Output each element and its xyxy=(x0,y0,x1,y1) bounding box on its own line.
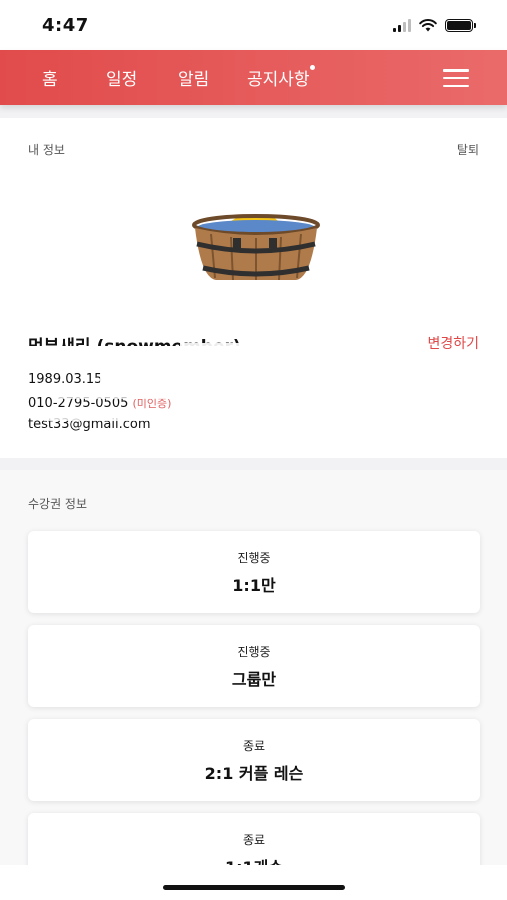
pass-status: 종료 xyxy=(242,832,266,847)
pass-name: 그룹만 xyxy=(231,669,277,689)
pass-name: 1:1개수 xyxy=(225,854,283,866)
home-indicator[interactable] xyxy=(163,885,345,890)
nav-notice-label: 공지사항 xyxy=(247,70,310,90)
screen: 4:47 홈 일정 알림 공지사항 내 정보 탈퇴 변경하기 1989.03.1… xyxy=(0,0,507,900)
status-bar: 4:47 xyxy=(0,0,507,50)
pass-status: 종료 xyxy=(242,738,266,753)
nav-home-tab[interactable]: 홈 xyxy=(42,50,58,105)
home-indicator-area xyxy=(0,865,507,900)
top-nav-bar: 홈 일정 알림 공지사항 xyxy=(0,50,507,105)
nav-alarm-tab[interactable]: 알림 xyxy=(178,50,209,105)
pass-status: 진행중 xyxy=(237,644,271,659)
pass-status: 진행중 xyxy=(237,550,271,565)
pass-card[interactable]: 종료 1:1개수 xyxy=(28,813,480,865)
status-time: 4:47 xyxy=(42,14,89,36)
signal-icon xyxy=(393,18,411,32)
pass-card[interactable]: 종료 2:1 커플 레슨 xyxy=(28,719,480,801)
pass-card[interactable]: 진행중 1:1만 xyxy=(28,531,480,613)
wifi-icon xyxy=(419,18,437,31)
my-info-title: 내 정보 xyxy=(28,143,65,157)
pass-name: 1:1만 xyxy=(232,575,276,595)
battery-icon xyxy=(445,18,476,32)
notice-badge-dot xyxy=(309,65,315,70)
pass-info-section: 수강권 정보 진행중 1:1만 진행중 그룹만 종료 2:1 커플 레슨 종료 … xyxy=(0,470,507,865)
privacy-mask xyxy=(180,343,300,363)
my-info-card: 내 정보 탈퇴 멍부섀리 (snowmember) 변경하기 1989.03.1… xyxy=(0,118,507,458)
birth-date: 1989.03.15 xyxy=(28,372,103,387)
privacy-mask xyxy=(100,366,300,386)
nav-schedule-tab[interactable]: 일정 xyxy=(106,50,137,105)
withdraw-button[interactable]: 탈퇴 xyxy=(457,141,479,158)
edit-info-button[interactable]: 변경하기 xyxy=(427,333,479,353)
hamburger-menu-icon[interactable] xyxy=(443,69,469,87)
bathtub-avatar-icon[interactable] xyxy=(191,208,321,288)
privacy-mask xyxy=(44,414,194,421)
nav-notice-tab[interactable]: 공지사항 xyxy=(247,50,315,105)
pass-card[interactable]: 진행중 그룹만 xyxy=(28,625,480,707)
status-icons xyxy=(393,18,476,32)
privacy-mask xyxy=(52,390,192,399)
pass-name: 2:1 커플 레슨 xyxy=(204,763,304,783)
battery-fill xyxy=(447,20,471,30)
pass-info-title: 수강권 정보 xyxy=(28,497,88,511)
